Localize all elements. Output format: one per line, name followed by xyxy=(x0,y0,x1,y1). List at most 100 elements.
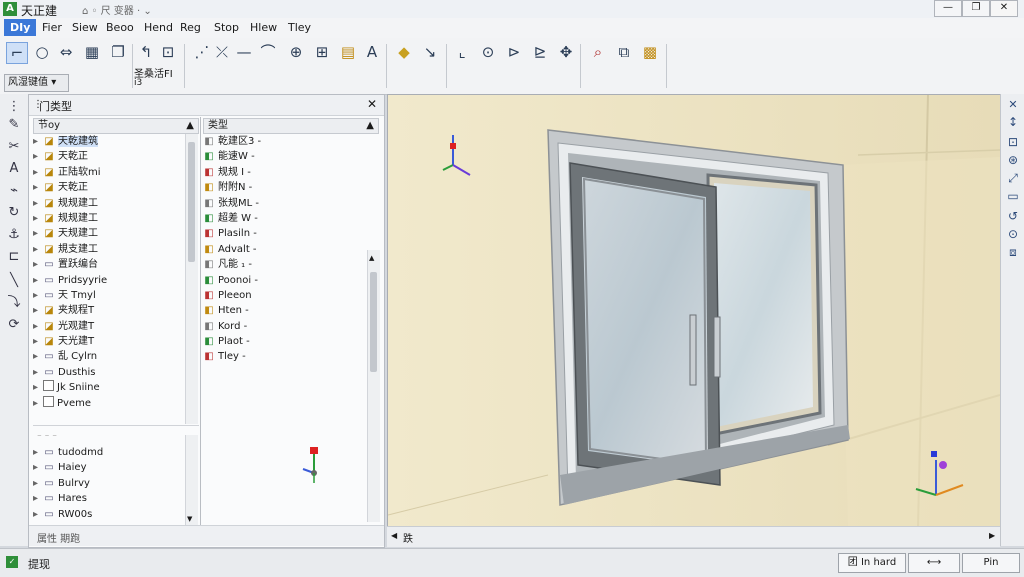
scroll-thumb[interactable] xyxy=(370,272,377,372)
rotate-icon[interactable]: ↻ xyxy=(5,204,23,222)
menu-view[interactable]: Siew xyxy=(72,21,98,34)
type-item[interactable]: ◧ Pleeon xyxy=(203,288,363,303)
tree-column-header[interactable]: 节oy ▲ xyxy=(33,118,199,134)
footer-tabs[interactable]: 属性 期跑 xyxy=(37,530,80,545)
tree-item[interactable]: ▸ ◪ 规规建工 xyxy=(33,211,185,226)
move-icon[interactable]: ⇔ xyxy=(56,42,76,62)
view-camera-icon[interactable]: ⊙ xyxy=(1004,226,1022,243)
scroll-up-icon[interactable]: ▲ xyxy=(369,254,374,262)
view-orbit-icon[interactable]: ⊛ xyxy=(1004,152,1022,169)
tree-item[interactable]: ▸ Jk Sniine xyxy=(33,380,185,395)
expand-arrow-icon[interactable]: ▸ xyxy=(33,365,43,380)
menu-stop[interactable]: Stop xyxy=(214,21,239,34)
menu-file[interactable]: Fier xyxy=(42,21,62,34)
expand-arrow-icon[interactable]: ▸ xyxy=(33,134,43,149)
expand-arrow-icon[interactable]: ▸ xyxy=(33,242,43,257)
expand-arrow-icon[interactable]: ▸ xyxy=(33,288,43,303)
tree-item[interactable]: ▸ ◪ 天乾正 xyxy=(33,180,185,195)
snap-icon[interactable]: ⊳ xyxy=(504,42,524,62)
expand-arrow-icon[interactable]: ▸ xyxy=(33,396,43,411)
expand-arrow-icon[interactable]: ▸ xyxy=(33,303,43,318)
close-button[interactable]: ✕ xyxy=(990,0,1018,17)
expand-arrow-icon[interactable]: ▸ xyxy=(33,445,43,460)
expand-arrow-icon[interactable]: ▸ xyxy=(33,226,43,241)
type-item[interactable]: ◧ 能速W - xyxy=(203,149,363,164)
cut-icon[interactable]: ↘ xyxy=(420,42,440,62)
array-icon[interactable]: ⊞ xyxy=(312,42,332,62)
view-pan-icon[interactable]: ↕ xyxy=(1004,114,1022,131)
orbit-icon[interactable]: ⊙ xyxy=(478,42,498,62)
column-splitter[interactable] xyxy=(200,117,201,527)
type-item[interactable]: ◧ Kord - xyxy=(203,319,363,334)
line-icon[interactable]: ⋰ xyxy=(192,42,212,62)
expand-arrow-icon[interactable]: ▸ xyxy=(33,491,43,506)
layer-icon[interactable]: ◆ xyxy=(394,42,414,62)
quick-access-toolbar[interactable]: ⌂ ◦ 尺 变器 · ⌄ xyxy=(82,2,152,17)
type-item[interactable]: ◧ 附附N - xyxy=(203,180,363,195)
pan-icon[interactable]: ✥ xyxy=(556,42,576,62)
tree-item[interactable]: ▸ ◪ 天规建工 xyxy=(33,226,185,241)
view-fit-icon[interactable]: ⤢ xyxy=(1004,170,1022,187)
line-tool-icon[interactable]: ╲ xyxy=(5,272,23,290)
type-column-header[interactable]: 类型 ▲ xyxy=(203,118,379,134)
viewport-hscroll[interactable]: ◀ 跌 ▶ xyxy=(387,526,1000,547)
type-item[interactable]: ◧ Plaot - xyxy=(203,334,363,349)
render-icon[interactable]: ▩ xyxy=(640,42,660,62)
expand-arrow-icon[interactable]: ▸ xyxy=(33,149,43,164)
type-item[interactable]: ◧ 乾建区3 - xyxy=(203,134,363,149)
view-cube-icon[interactable]: ⧈ xyxy=(1004,244,1022,261)
minimize-button[interactable]: — xyxy=(934,0,962,17)
menu-tley[interactable]: Tley xyxy=(288,21,311,34)
tree-item[interactable]: ▸ ◪ 正陆软mi xyxy=(33,165,185,180)
wall-icon[interactable]: ↰ xyxy=(136,42,156,62)
tree-item[interactable]: ▸ ◪ 天乾正 xyxy=(33,149,185,164)
tree-item[interactable]: ▸ ▭ Haiey xyxy=(33,460,185,475)
box-icon[interactable]: ❐ xyxy=(108,42,128,62)
tree-item[interactable]: ▸ ▭ RW00s xyxy=(33,507,185,522)
expand-arrow-icon[interactable]: ▸ xyxy=(33,196,43,211)
panel-close-icon[interactable]: ✕ xyxy=(367,97,377,111)
tree-item[interactable]: ▸ ▭ 置跃编台 xyxy=(33,257,185,272)
tree-item[interactable]: ▸ ▭ Bulrvy xyxy=(33,476,185,491)
expand-arrow-icon[interactable]: ▸ xyxy=(33,380,43,395)
circle-icon[interactable]: ⊕ xyxy=(286,42,306,62)
expand-arrow-icon[interactable]: ▸ xyxy=(33,476,43,491)
table-icon[interactable]: ▤ xyxy=(338,42,358,62)
grid-icon[interactable]: ▦ xyxy=(82,42,102,62)
dash-line-icon[interactable]: — xyxy=(234,42,254,62)
3d-viewport[interactable] xyxy=(387,94,1001,528)
viewport-close-icon[interactable]: ✕ xyxy=(1004,96,1022,113)
tree-item[interactable]: ▸ ▭ Hares xyxy=(33,491,185,506)
checkbox[interactable] xyxy=(43,380,54,392)
view-rotate-icon[interactable]: ↺ xyxy=(1004,208,1022,225)
expand-arrow-icon[interactable]: ▸ xyxy=(33,211,43,226)
search-icon[interactable]: ⌕ xyxy=(588,42,608,62)
text-icon[interactable]: A xyxy=(362,42,382,62)
view-icon[interactable]: ⧉ xyxy=(614,42,634,62)
menu-diy[interactable]: DIy xyxy=(4,19,37,36)
type-item[interactable]: ◧ 规规 I - xyxy=(203,165,363,180)
ucs-icon[interactable]: ⌞ xyxy=(452,42,472,62)
pencil-icon[interactable]: ✎ xyxy=(5,116,23,134)
arc-icon[interactable]: ⌒ xyxy=(258,42,278,62)
type-item[interactable]: ◧ Hten - xyxy=(203,303,363,318)
expand-arrow-icon[interactable]: ▸ xyxy=(33,180,43,195)
tree-item[interactable]: ▸ ◪ 天乾建筑 xyxy=(33,134,185,149)
view-zoom-icon[interactable]: ⊡ xyxy=(1004,134,1022,151)
expand-arrow-icon[interactable]: ▸ xyxy=(33,319,43,334)
tree-item[interactable]: ▸ ▭ tudodmd xyxy=(33,445,185,460)
status-pin-button[interactable]: Pin xyxy=(962,553,1020,573)
measure-icon[interactable]: ⊏ xyxy=(5,248,23,266)
type-item[interactable]: ◧ Poonoi - xyxy=(203,273,363,288)
zoom-icon[interactable]: ○ xyxy=(32,42,52,62)
transform-icon[interactable]: ⟳ xyxy=(5,316,23,334)
type-item[interactable]: ◧ 张规ML - xyxy=(203,196,363,211)
tree-item[interactable]: ▸ ◪ 光观建T xyxy=(33,319,185,334)
view-window-icon[interactable]: ▭ xyxy=(1004,188,1022,205)
expand-arrow-icon[interactable]: ▸ xyxy=(33,165,43,180)
expand-arrow-icon[interactable]: ▸ xyxy=(33,334,43,349)
expand-arrow-icon[interactable]: ▸ xyxy=(33,460,43,475)
text-tool-icon[interactable]: A xyxy=(5,160,23,178)
type-item[interactable]: ◧ Tley - xyxy=(203,349,363,364)
tree-lower-scrollbar[interactable]: ▼ xyxy=(185,435,198,525)
